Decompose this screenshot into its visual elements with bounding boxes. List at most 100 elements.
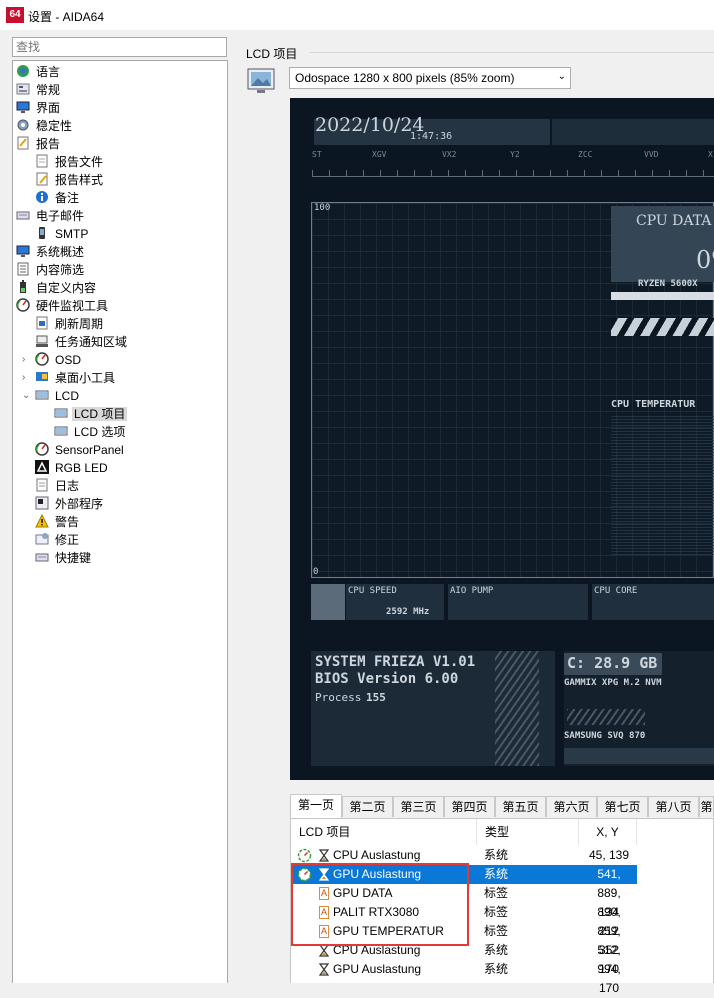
gadget-icon [36, 372, 48, 381]
search-input[interactable] [12, 37, 227, 57]
tree-item[interactable]: 硬件监视工具 [16, 297, 110, 315]
tree-item-label: 硬件监视工具 [36, 299, 109, 313]
header-panel [552, 119, 714, 145]
tree-item-label: LCD 选项 [74, 425, 126, 439]
cpu-temp-textblock [611, 416, 714, 556]
tree-item[interactable]: 备注 [35, 189, 81, 207]
tree-item[interactable]: 电子邮件 [16, 207, 86, 225]
tree-item[interactable]: 报告文件 [35, 153, 105, 171]
group-divider [310, 52, 714, 53]
tab-page-9[interactable]: 第 [699, 796, 714, 817]
tree-item[interactable]: 稳定性 [16, 117, 74, 135]
tree-item-label: 报告 [36, 137, 61, 151]
system-hatch [495, 651, 539, 766]
cell-xy: 45, 139 [588, 848, 630, 862]
cpu-data-title: CPU DATA [636, 213, 712, 229]
tree-item[interactable]: RGB LED [35, 459, 110, 477]
tree-item[interactable]: 任务通知区域 [35, 333, 129, 351]
graph-max-label: 100 [314, 203, 331, 213]
tree-item[interactable]: 外部程序 [35, 495, 105, 513]
cell-type: 系统 [484, 962, 509, 976]
warning-icon [35, 514, 49, 528]
lcd-time: 1:47:36 [410, 131, 453, 142]
tree-item[interactable]: 修正 [35, 531, 81, 549]
globe-icon [17, 65, 29, 77]
tab-page-2[interactable]: 第二页 [342, 796, 393, 817]
tree-item[interactable]: OSD [35, 351, 83, 369]
cpu-speed-label: CPU SPEED [348, 586, 397, 596]
tree-item[interactable]: 日志 [35, 477, 81, 495]
window-title: 设置 - AIDA64 [28, 10, 105, 24]
chevron-right-icon[interactable]: › [22, 372, 32, 383]
disk2-name: SAMSUNG SVQ 870 [564, 731, 646, 741]
clock-icon [36, 316, 48, 330]
disk1-name: GAMMIX XPG M.2 NVM [564, 678, 662, 688]
tree-item[interactable]: 自定义内容 [16, 279, 98, 297]
disk2-bar [564, 748, 714, 764]
tree-item-label: RGB LED [55, 461, 108, 475]
tree-item[interactable]: 桌面小工具 [35, 369, 117, 387]
column-header-xy[interactable]: X, Y [579, 819, 637, 845]
tree-item[interactable]: 快捷键 [35, 549, 93, 567]
tab-page-5[interactable]: 第五页 [495, 796, 546, 817]
tree-item[interactable]: LCD [35, 387, 81, 405]
gauge-icon [35, 352, 49, 366]
tree-item[interactable]: 内容筛选 [16, 261, 86, 279]
tree-item[interactable]: SMTP [35, 225, 90, 243]
group-title: LCD 项目 [246, 45, 302, 62]
program-icon [35, 496, 49, 510]
cpu-temp-label: CPU TEMPERATUR [611, 399, 696, 410]
cpu-model-label: RYZEN 5600X [638, 279, 698, 289]
tree-item[interactable]: 刷新周期 [35, 315, 105, 333]
tab-page-6[interactable]: 第六页 [546, 796, 597, 817]
keyboard-icon [16, 211, 30, 220]
chevron-down-icon[interactable]: ⌄ [22, 390, 32, 401]
chevron-down-icon[interactable]: ⌄ [558, 71, 566, 82]
hourglass-icon [319, 849, 329, 862]
tree-item[interactable]: 常规 [16, 81, 62, 99]
tree-item-label: SMTP [55, 227, 89, 241]
tree-item[interactable]: LCD 选项 [54, 423, 127, 441]
lcd-scale: ST XGV VX2 Y2 ZCC VVD X [290, 150, 714, 182]
tab-page-7[interactable]: 第七页 [597, 796, 648, 817]
tree-item-label: OSD [55, 353, 82, 367]
column-header-item[interactable]: LCD 项目 [291, 819, 477, 845]
tree-item[interactable]: 报告样式 [35, 171, 105, 189]
tree-item-label: 报告样式 [55, 173, 104, 187]
tree-item[interactable]: LCD 项目 [54, 405, 128, 423]
tree-item-label: 外部程序 [55, 497, 104, 511]
cell-type: 标签 [484, 886, 509, 900]
gauge-icon [297, 848, 312, 863]
tree-item[interactable]: 警告 [35, 513, 81, 531]
tab-page-8[interactable]: 第八页 [648, 796, 699, 817]
lcd-icon [54, 408, 68, 418]
list-row[interactable]: GPU Auslastung 系统 994, 170 [291, 960, 637, 995]
tree-item-label: LCD [55, 389, 80, 403]
cell-type: 系统 [484, 867, 509, 881]
tree-item-label: 快捷键 [55, 551, 92, 565]
bios-version: BIOS Version 6.00 [315, 671, 459, 687]
info-icon [36, 191, 48, 203]
tab-page-1[interactable]: 第一页 [290, 794, 342, 818]
tree-item[interactable]: 界面 [16, 99, 62, 117]
tree-item-label: 日志 [55, 479, 80, 493]
gauge-icon [16, 298, 30, 312]
correction-icon [35, 533, 49, 545]
aio-pump-label: AIO PUMP [450, 586, 494, 596]
tab-page-4[interactable]: 第四页 [444, 796, 495, 817]
column-header-type[interactable]: 类型 [477, 819, 579, 845]
disk-c-label: C: 28.9 GB [567, 654, 658, 672]
tree-item-label: 任务通知区域 [55, 335, 128, 349]
tree-item[interactable]: SensorPanel [35, 441, 126, 459]
lcd-device-select[interactable]: Odospace 1280 x 800 pixels (85% zoom) ⌄ [289, 67, 571, 89]
lcd-icon [54, 426, 68, 436]
lcd-preview[interactable]: 2022/10/24 1:47:36 ST XGV VX2 Y2 ZCC VVD X 100… [290, 98, 714, 780]
tree-item[interactable]: 系统概述 [16, 243, 86, 261]
tab-page-3[interactable]: 第三页 [393, 796, 444, 817]
tree-item-label: 备注 [55, 191, 80, 205]
settings-tree[interactable]: 语言 常规 界面 稳定性报告报告文件报告样式备注电子邮件 SMTP 系统概述 内容筛选 自定义… [12, 60, 228, 983]
tree-item[interactable]: 语言 [16, 63, 62, 81]
lcd-preview-icon [247, 68, 275, 93]
tree-item[interactable]: 报告 [16, 135, 62, 153]
chevron-right-icon[interactable]: › [22, 354, 32, 365]
